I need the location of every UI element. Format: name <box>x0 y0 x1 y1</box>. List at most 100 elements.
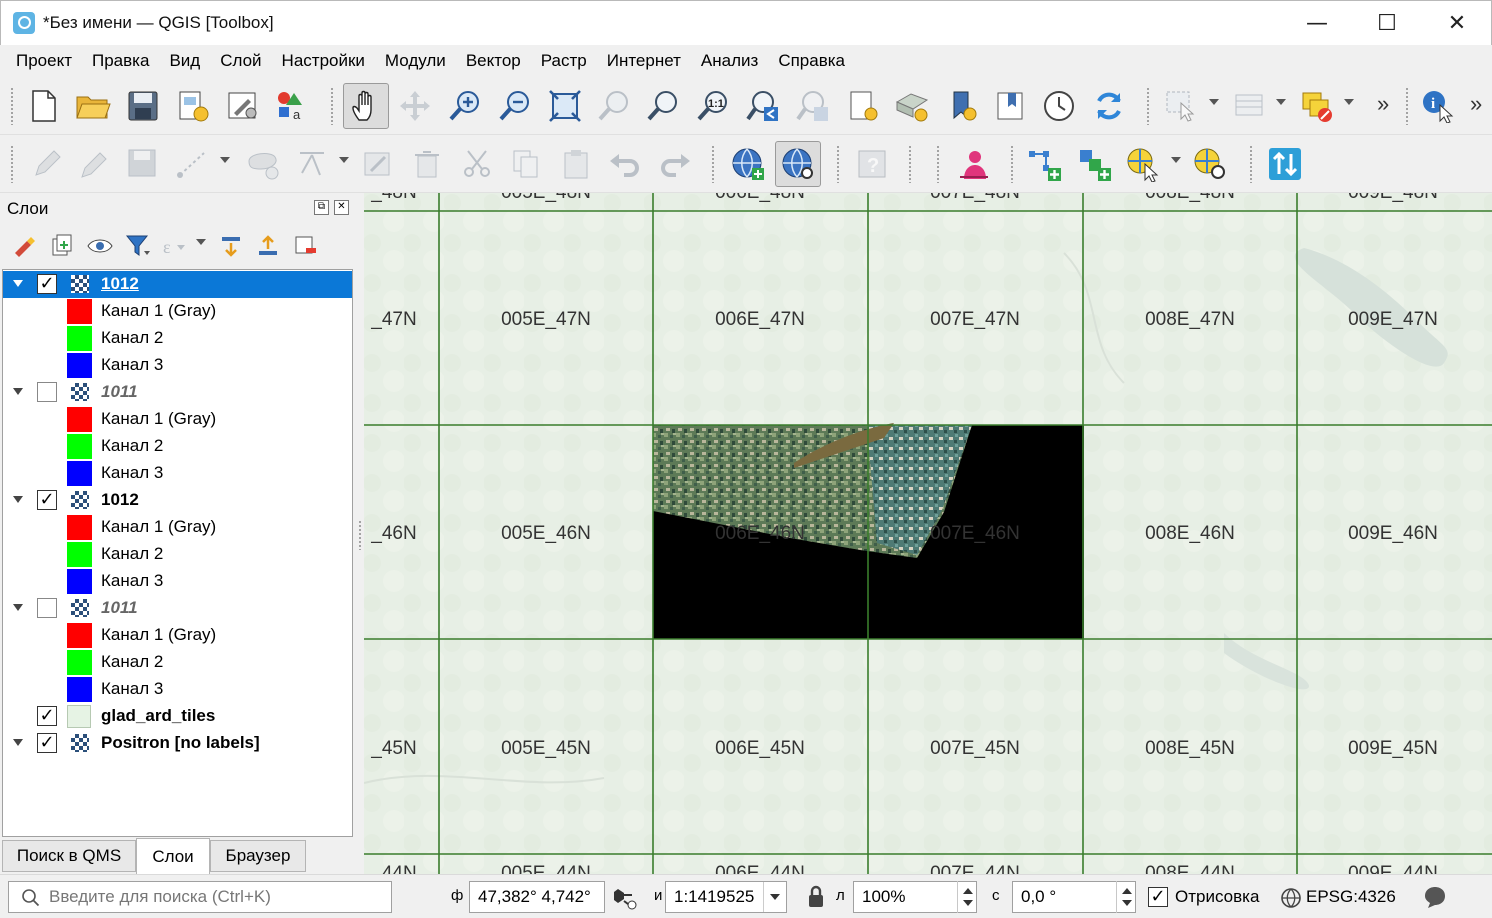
select-by-location-icon[interactable] <box>1120 141 1166 187</box>
coordinate-field[interactable]: 47,382° 4,742° <box>469 881 605 913</box>
pan-to-selection-icon[interactable] <box>392 83 438 129</box>
layer-visibility-checkbox[interactable]: ✓ <box>37 274 57 294</box>
toolbar-grip[interactable] <box>711 145 715 183</box>
toolbar-grip[interactable] <box>10 87 14 125</box>
save-project-icon[interactable] <box>120 83 166 129</box>
maximize-button[interactable]: ☐ <box>1352 1 1422 46</box>
menu-help[interactable]: Справка <box>768 45 855 77</box>
layer-row[interactable]: ✓ Positron [no labels] <box>3 730 352 757</box>
style-manager-icon[interactable]: a <box>268 83 314 129</box>
expand-arrow-icon[interactable] <box>13 280 23 287</box>
select-features-icon[interactable] <box>1158 83 1204 129</box>
legend-item[interactable]: Канал 3 <box>3 460 352 487</box>
map-canvas[interactable]: _47N 005E_47N 006E_47N 007E_47N 008E_47N 009E… <box>364 193 1492 874</box>
layer-row[interactable]: ✓ 1012 <box>3 487 352 514</box>
zoom-to-layer-icon[interactable] <box>640 83 686 129</box>
menu-project[interactable]: Проект <box>6 45 82 77</box>
legend-item[interactable]: Канал 2 <box>3 541 352 568</box>
toolbar-grip[interactable] <box>1010 145 1014 183</box>
legend-item[interactable]: Канал 1 (Gray) <box>3 622 352 649</box>
add-group-icon[interactable] <box>1071 141 1117 187</box>
new-project-icon[interactable] <box>21 83 67 129</box>
layer-visibility-checkbox[interactable]: ✓ <box>37 733 57 753</box>
legend-item[interactable]: Канал 3 <box>3 676 352 703</box>
add-vector-icon[interactable] <box>1021 141 1067 187</box>
style-panel-icon[interactable] <box>10 231 40 261</box>
toggle-extents-icon[interactable] <box>612 885 638 911</box>
tab-browser[interactable]: Браузер <box>210 840 306 872</box>
zoom-out-icon[interactable] <box>492 83 538 129</box>
scale-dropdown[interactable] <box>763 882 786 912</box>
save-edits-icon[interactable] <box>120 141 166 187</box>
menu-web[interactable]: Интернет <box>597 45 691 77</box>
open-project-icon[interactable] <box>70 83 116 129</box>
panel-splitter[interactable] <box>358 520 362 550</box>
vertex-tool-icon[interactable] <box>290 141 336 187</box>
legend-item[interactable]: Канал 3 <box>3 568 352 595</box>
identify-icon[interactable]: i <box>1414 83 1460 129</box>
current-edits-icon[interactable] <box>24 141 70 187</box>
toggle-editing-icon[interactable] <box>70 141 116 187</box>
chevron-down-icon[interactable] <box>1276 99 1286 105</box>
toolbar-grip[interactable] <box>1146 87 1150 125</box>
print-layout-icon[interactable] <box>170 83 216 129</box>
menu-layer[interactable]: Слой <box>210 45 271 77</box>
filter-legend-icon[interactable] <box>123 231 153 261</box>
legend-item[interactable]: Канал 3 <box>3 352 352 379</box>
redo-icon[interactable] <box>652 141 698 187</box>
modify-attributes-icon[interactable] <box>355 141 401 187</box>
float-panel-button[interactable]: ⧉ <box>314 200 329 215</box>
expand-arrow-icon[interactable] <box>13 496 23 503</box>
copy-features-icon[interactable] <box>503 141 549 187</box>
map-svg[interactable]: _47N 005E_47N 006E_47N 007E_47N 008E_47N 009E… <box>364 193 1492 874</box>
expand-all-icon[interactable] <box>216 231 246 261</box>
legend-item[interactable]: Канал 1 (Gray) <box>3 406 352 433</box>
bookmark-manager-icon[interactable] <box>940 83 986 129</box>
tab-layers[interactable]: Слои <box>136 838 210 874</box>
menu-edit[interactable]: Правка <box>82 45 159 77</box>
zoom-to-selection-icon[interactable] <box>591 83 637 129</box>
show-spatial-bookmarks-icon[interactable] <box>988 83 1034 129</box>
chevron-down-icon[interactable] <box>220 157 230 163</box>
chevron-down-icon[interactable] <box>1171 157 1181 163</box>
toolbar-grip[interactable] <box>908 145 912 183</box>
layer-row[interactable]: ✓ glad_ard_tiles <box>3 703 352 730</box>
cut-features-icon[interactable] <box>454 141 500 187</box>
deselect-icon[interactable] <box>1294 83 1340 129</box>
paste-features-icon[interactable] <box>553 141 599 187</box>
layer-row[interactable]: 1011 <box>3 595 352 622</box>
remove-layer-icon[interactable] <box>290 231 320 261</box>
toolbar-grip[interactable] <box>936 145 940 183</box>
zoom-in-icon[interactable] <box>442 83 488 129</box>
layout-manager-icon[interactable] <box>220 83 266 129</box>
layer-visibility-checkbox[interactable] <box>37 382 57 402</box>
layer-row[interactable]: ✓ 1012 <box>3 271 352 298</box>
close-button[interactable]: ✕ <box>1422 1 1492 46</box>
legend-item[interactable]: Канал 1 (Gray) <box>3 514 352 541</box>
undo-icon[interactable] <box>602 141 648 187</box>
search-wms-icon[interactable] <box>775 141 821 187</box>
crs-button[interactable]: EPSG:4326 <box>1306 887 1396 907</box>
help-icon[interactable]: ? <box>849 141 895 187</box>
toolbar-grip[interactable] <box>10 145 14 183</box>
open-attribute-table-icon[interactable] <box>1226 83 1272 129</box>
menu-vector[interactable]: Вектор <box>456 45 531 77</box>
lock-scale-icon[interactable] <box>806 885 826 909</box>
globe-icon[interactable] <box>1280 887 1302 909</box>
digitize-icon[interactable] <box>170 141 216 187</box>
collapse-all-icon[interactable] <box>253 231 283 261</box>
refresh-icon[interactable] <box>1086 83 1132 129</box>
toolbar-grip[interactable] <box>1405 87 1409 125</box>
legend-item[interactable]: Канал 2 <box>3 325 352 352</box>
legend-item[interactable]: Канал 2 <box>3 433 352 460</box>
expand-arrow-icon[interactable] <box>13 739 23 746</box>
chevron-down-icon[interactable] <box>1344 99 1354 105</box>
temporal-controller-icon[interactable] <box>1036 83 1082 129</box>
chevron-down-icon[interactable] <box>339 157 349 163</box>
menu-plugins[interactable]: Модули <box>375 45 456 77</box>
expand-arrow-icon[interactable] <box>13 604 23 611</box>
zoom-next-icon[interactable] <box>790 83 836 129</box>
legend-item[interactable]: Канал 2 <box>3 649 352 676</box>
close-panel-button[interactable]: ✕ <box>334 200 349 215</box>
layer-visibility-checkbox[interactable]: ✓ <box>37 706 57 726</box>
